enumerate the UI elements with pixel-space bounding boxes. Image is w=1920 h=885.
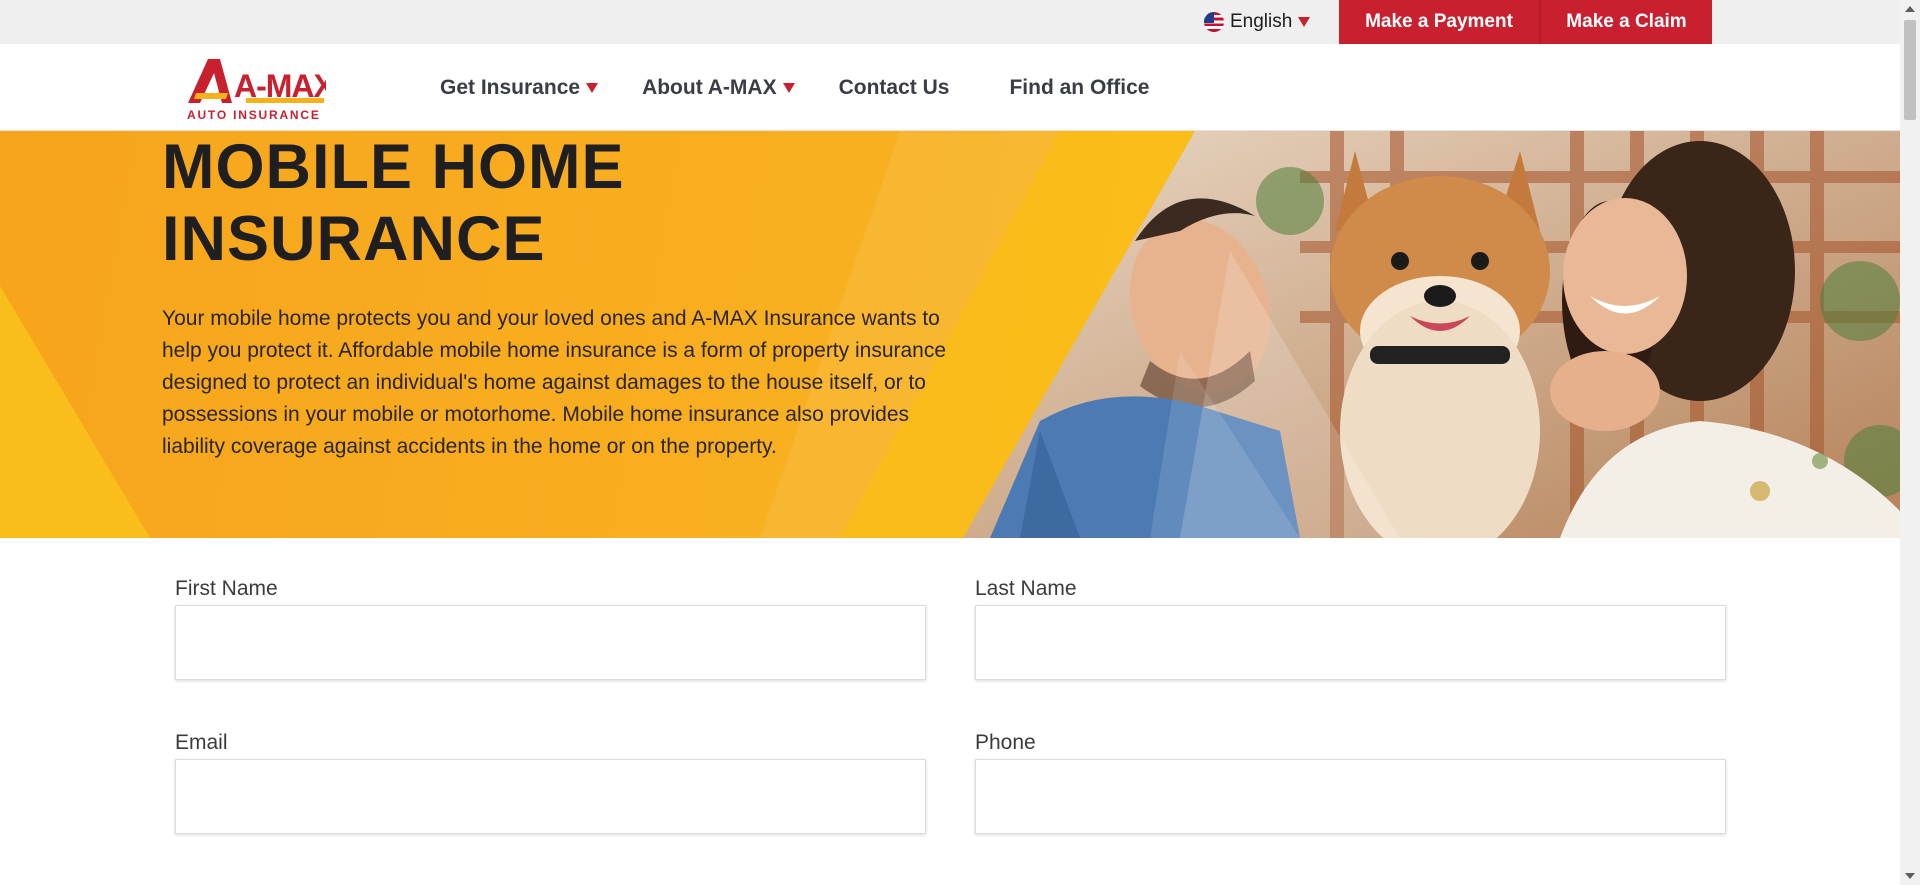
vertical-scrollbar[interactable] [1900, 0, 1920, 885]
phone-label: Phone [975, 731, 1036, 754]
page-title-line1: MOBILE HOME [162, 132, 625, 202]
nav-get-insurance-label: Get Insurance [440, 75, 581, 99]
scroll-up-arrow-icon[interactable] [1905, 6, 1915, 12]
first-name-input[interactable] [175, 605, 926, 680]
page: English Make a Payment Make a Claim A-MA… [0, 0, 1920, 885]
nav-find-office[interactable]: Find an Office [1009, 76, 1149, 100]
email-label: Email [175, 731, 228, 754]
first-name-label: First Name [175, 577, 278, 600]
nav-get-insurance[interactable]: Get Insurance [440, 75, 599, 100]
chevron-down-icon [782, 82, 795, 93]
main-nav: Get Insurance About A-MAX Contact Us Fin… [440, 44, 1193, 131]
us-flag-icon [1204, 12, 1224, 32]
language-selector[interactable]: English [1204, 0, 1311, 44]
nav-contact-us-label: Contact Us [838, 75, 950, 99]
email-input[interactable] [175, 759, 926, 834]
make-claim-button[interactable]: Make a Claim [1541, 0, 1712, 44]
nav-find-office-label: Find an Office [1009, 75, 1150, 99]
language-label: English [1230, 11, 1293, 32]
hero-banner: MOBILE HOME INSURANCE Your mobile home p… [0, 131, 1900, 538]
make-payment-button[interactable]: Make a Payment [1339, 0, 1539, 44]
logo-tagline: AUTO INSURANCE [187, 108, 321, 121]
amax-logo[interactable]: A-MAX AUTO INSURANCE [186, 57, 326, 121]
nav-about[interactable]: About A-MAX [642, 76, 795, 100]
last-name-label: Last Name [975, 577, 1077, 600]
chevron-down-icon [586, 82, 599, 93]
page-title: MOBILE HOME INSURANCE [162, 131, 625, 275]
main-header: A-MAX AUTO INSURANCE Get Insurance About… [0, 44, 1900, 131]
hero-description: Your mobile home protects you and your l… [162, 307, 947, 458]
nav-about-label: About A-MAX [642, 75, 777, 99]
chevron-down-icon [1298, 17, 1311, 27]
scrollbar-thumb[interactable] [1904, 20, 1916, 120]
nav-contact-us[interactable]: Contact Us [839, 76, 950, 100]
last-name-input[interactable] [975, 605, 1726, 680]
utility-bar: English Make a Payment Make a Claim [0, 0, 1900, 44]
phone-input[interactable] [975, 759, 1726, 834]
page-title-line2: INSURANCE [162, 204, 546, 274]
scroll-down-arrow-icon[interactable] [1905, 873, 1915, 879]
